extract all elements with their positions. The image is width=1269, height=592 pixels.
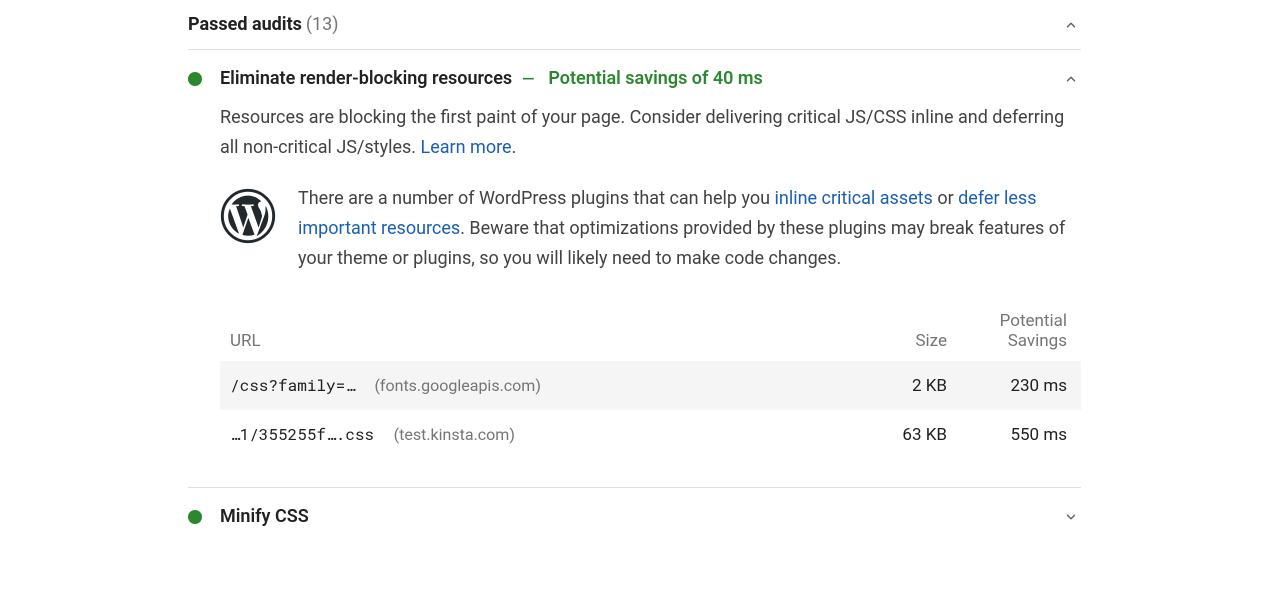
audit-title: Minify CSS (220, 506, 309, 527)
passed-audits-count: (13) (306, 14, 339, 35)
chevron-down-icon (1061, 507, 1081, 527)
wordpress-icon (220, 188, 276, 244)
status-dot-pass-icon (188, 510, 202, 524)
chevron-up-icon (1061, 69, 1081, 89)
inline-critical-assets-link[interactable]: inline critical assets (775, 188, 933, 209)
audit-description: Resources are blocking the first paint o… (220, 103, 1081, 162)
resource-host: (fonts.googleapis.com) (374, 376, 540, 395)
status-dot-pass-icon (188, 72, 202, 86)
desc-text: Resources are blocking the first paint o… (220, 107, 1064, 158)
desc-text: . (512, 137, 517, 158)
audit-savings-label: Potential savings of 40 ms (548, 68, 762, 89)
resource-savings: 550 ms (961, 410, 1081, 459)
audit-row-minify-css[interactable]: Minify CSS (188, 488, 1081, 541)
resource-size: 63 KB (851, 410, 961, 459)
resources-table: URL Size Potential Savings /css?family=…… (220, 301, 1081, 459)
table-row: …1/355255f….css (test.kinsta.com) 63 KB … (220, 410, 1081, 459)
col-savings-l2: Savings (1008, 331, 1067, 351)
passed-audits-toggle[interactable]: Passed audits (13) (188, 0, 1081, 50)
resource-host: (test.kinsta.com) (394, 425, 515, 444)
col-savings: Potential Savings (961, 301, 1081, 361)
wp-text: or (933, 188, 958, 209)
wordpress-tip: There are a number of WordPress plugins … (298, 184, 1081, 273)
wp-text: There are a number of WordPress plugins … (298, 188, 775, 209)
passed-audits-label: Passed audits (188, 14, 302, 35)
dash: — (522, 69, 534, 88)
learn-more-link[interactable]: Learn more (421, 137, 512, 158)
col-size: Size (851, 301, 961, 361)
col-savings-l1: Potential (1000, 311, 1067, 331)
table-row: /css?family=… (fonts.googleapis.com) 2 K… (220, 361, 1081, 410)
col-url: URL (220, 301, 851, 361)
resource-path: /css?family=… (230, 375, 355, 396)
resource-savings: 230 ms (961, 361, 1081, 410)
resource-size: 2 KB (851, 361, 961, 410)
resource-path: …1/355255f….css (230, 424, 374, 445)
audit-details: Resources are blocking the first paint o… (188, 103, 1081, 479)
chevron-up-icon (1061, 15, 1081, 35)
audit-row-render-blocking[interactable]: Eliminate render-blocking resources — Po… (188, 50, 1081, 103)
audit-title: Eliminate render-blocking resources (220, 68, 512, 89)
